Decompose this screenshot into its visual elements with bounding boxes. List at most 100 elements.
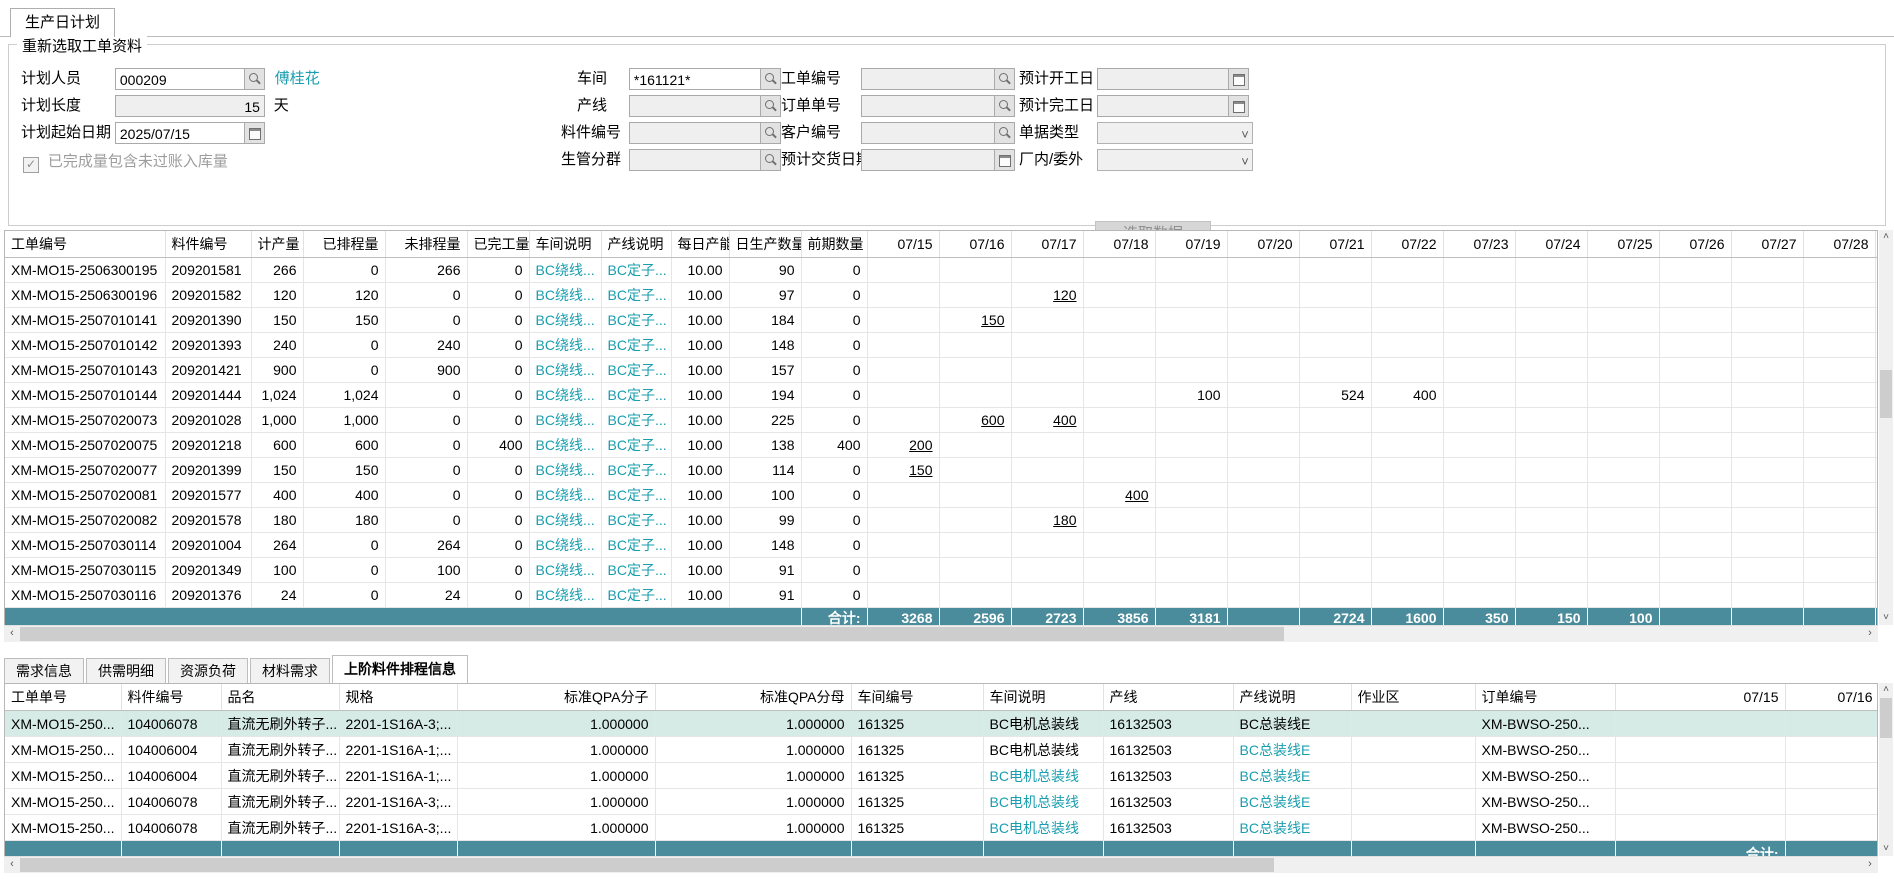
workshop-cell[interactable]: BC电机总装线 — [983, 737, 1103, 763]
scheduled-qty-cell[interactable]: 0 — [303, 583, 385, 608]
workshop-link[interactable]: BC电机总装线 — [990, 768, 1079, 784]
date-cell[interactable] — [1083, 508, 1155, 533]
date-cell[interactable] — [939, 558, 1011, 583]
plan-qty-cell[interactable]: 24 — [251, 583, 303, 608]
scheduled-qty-cell[interactable]: 0 — [303, 258, 385, 283]
unscheduled-qty-cell[interactable]: 0 — [385, 508, 467, 533]
workshop-link[interactable]: BC电机总装线 — [990, 742, 1079, 758]
date-cell[interactable] — [1515, 558, 1587, 583]
sales-order-cell[interactable]: XM-BWSO-250... — [1475, 789, 1615, 815]
mo-number-input[interactable] — [861, 68, 1015, 90]
daily-capacity-cell[interactable]: 10.00 — [671, 308, 729, 333]
unscheduled-qty-cell[interactable]: 0 — [385, 383, 467, 408]
spec-cell[interactable]: 2201-1S16A-1;... — [339, 737, 457, 763]
scheduled-qty-cell[interactable]: 600 — [303, 433, 385, 458]
date-cell[interactable] — [1803, 533, 1875, 558]
date-cell[interactable] — [1011, 258, 1083, 283]
date-cell[interactable] — [1803, 483, 1875, 508]
date-cell[interactable] — [1083, 458, 1155, 483]
date-cell[interactable] — [1083, 258, 1155, 283]
unscheduled-qty-cell[interactable]: 266 — [385, 258, 467, 283]
date-cell[interactable] — [1659, 358, 1731, 383]
date-cell[interactable] — [1731, 333, 1803, 358]
completed-qty-cell[interactable]: 0 — [467, 508, 529, 533]
date-cell[interactable] — [867, 358, 939, 383]
plan-start-day-input[interactable] — [1097, 68, 1249, 90]
previous-qty-cell[interactable]: 0 — [801, 533, 867, 558]
completed-qty-cell[interactable]: 0 — [467, 483, 529, 508]
daily-capacity-cell[interactable]: 10.00 — [671, 583, 729, 608]
item-name-cell[interactable]: 直流无刷外转子... — [221, 789, 339, 815]
workshop-link[interactable]: BC绕线... — [536, 487, 595, 503]
plan-length-input[interactable]: 15 — [115, 95, 265, 117]
date-cell[interactable] — [1615, 789, 1785, 815]
completed-qty-cell[interactable]: 0 — [467, 283, 529, 308]
date-cell[interactable] — [1299, 283, 1371, 308]
line-no-cell[interactable]: 16132503 — [1103, 763, 1233, 789]
part-number-cell[interactable]: 209201581 — [165, 258, 251, 283]
date-cell[interactable] — [1659, 533, 1731, 558]
completed-qty-cell[interactable]: 0 — [467, 458, 529, 483]
item-name-cell[interactable]: 直流无刷外转子... — [221, 763, 339, 789]
date-cell[interactable] — [1371, 333, 1443, 358]
planner-input[interactable]: 000209 — [115, 68, 265, 90]
workshop-cell[interactable]: BC电机总装线 — [983, 815, 1103, 841]
previous-qty-cell[interactable]: 0 — [801, 258, 867, 283]
unscheduled-qty-cell[interactable]: 24 — [385, 583, 467, 608]
unscheduled-qty-cell[interactable]: 100 — [385, 558, 467, 583]
workshop-link[interactable]: BC绕线... — [536, 562, 595, 578]
completed-qty-cell[interactable]: 400 — [467, 433, 529, 458]
date-cell[interactable] — [1731, 383, 1803, 408]
date-cell[interactable] — [939, 433, 1011, 458]
date-cell[interactable] — [1587, 458, 1659, 483]
date-cell[interactable] — [1515, 358, 1587, 383]
part-number-cell[interactable]: 209201444 — [165, 383, 251, 408]
customer-input[interactable] — [861, 122, 1015, 144]
date-cell[interactable] — [1011, 458, 1083, 483]
date-cell[interactable] — [1227, 333, 1299, 358]
completed-qty-cell[interactable]: 0 — [467, 558, 529, 583]
daily-capacity-cell[interactable]: 10.00 — [671, 358, 729, 383]
date-cell[interactable] — [1155, 333, 1227, 358]
workshop-link[interactable]: BC绕线... — [536, 337, 595, 353]
date-cell[interactable] — [1371, 483, 1443, 508]
date-cell[interactable] — [1587, 408, 1659, 433]
daily-capacity-cell[interactable]: 10.00 — [671, 333, 729, 358]
date-cell[interactable] — [867, 533, 939, 558]
customer-lookup-button[interactable] — [994, 123, 1014, 143]
part-number-cell[interactable]: 209201390 — [165, 308, 251, 333]
scheduled-qty-cell[interactable]: 0 — [303, 358, 385, 383]
date-cell[interactable] — [1299, 308, 1371, 333]
sales-order-cell[interactable]: XM-BWSO-250... — [1475, 763, 1615, 789]
date-cell[interactable] — [1443, 308, 1515, 333]
workshop-cell[interactable]: BC绕线... — [529, 533, 601, 558]
previous-qty-cell[interactable]: 0 — [801, 358, 867, 383]
date-cell[interactable] — [939, 483, 1011, 508]
date-cell[interactable] — [1731, 583, 1803, 608]
line-link[interactable]: BC定子... — [608, 337, 667, 353]
sales-order-cell[interactable]: XM-BWSO-250... — [1475, 815, 1615, 841]
line-cell[interactable]: BC总装线E — [1233, 763, 1351, 789]
workshop-link[interactable]: BC绕线... — [536, 412, 595, 428]
date-cell[interactable] — [1515, 383, 1587, 408]
sales-order-cell[interactable]: XM-BWSO-250... — [1475, 737, 1615, 763]
previous-qty-cell[interactable]: 0 — [801, 508, 867, 533]
unscheduled-qty-cell[interactable]: 0 — [385, 458, 467, 483]
bottom-tab-item[interactable]: 材料需求 — [250, 658, 330, 683]
date-cell[interactable] — [939, 258, 1011, 283]
date-cell[interactable] — [1371, 283, 1443, 308]
date-cell[interactable] — [1227, 583, 1299, 608]
line-no-cell[interactable]: 16132503 — [1103, 711, 1233, 737]
date-cell[interactable] — [1083, 358, 1155, 383]
line-cell[interactable]: BC定子... — [601, 258, 671, 283]
part-number-cell[interactable]: 209201421 — [165, 358, 251, 383]
mo-number-cell[interactable]: XM-MO15-2506300196 — [5, 283, 165, 308]
sales-order-input[interactable] — [861, 95, 1015, 117]
qpa-denominator-cell[interactable]: 1.000000 — [655, 815, 851, 841]
part-number-cell[interactable]: 104006078 — [121, 711, 221, 737]
workshop-no-cell[interactable]: 161325 — [851, 763, 983, 789]
workshop-cell[interactable]: BC电机总装线 — [983, 763, 1103, 789]
daily-capacity-cell[interactable]: 10.00 — [671, 458, 729, 483]
scheduled-date-cell[interactable]: 100 — [1155, 383, 1227, 408]
date-cell[interactable] — [1155, 258, 1227, 283]
